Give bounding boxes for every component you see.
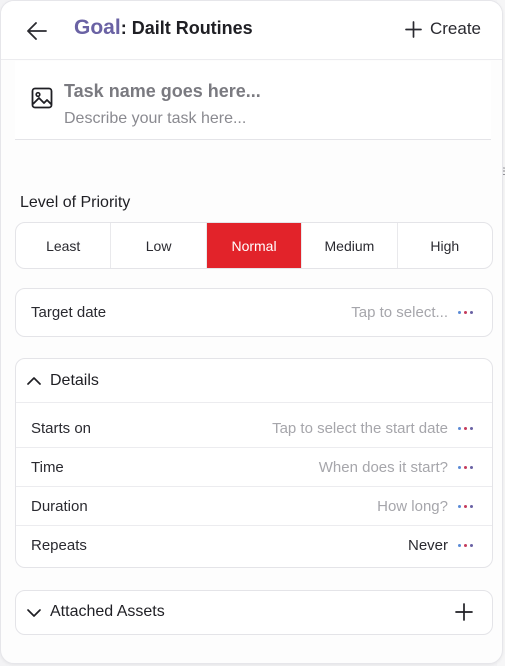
more-dots-icon[interactable] (458, 311, 473, 314)
goal-name: Dailt Routines (126, 18, 253, 38)
target-date-row[interactable]: Target date Tap to select... (15, 288, 493, 337)
priority-option-normal[interactable]: Normal (206, 223, 303, 268)
target-date-label: Target date (31, 304, 107, 321)
chevron-up-icon (27, 377, 41, 385)
row-value: Never (407, 537, 448, 554)
goal-label: Goal (74, 16, 121, 39)
priority-option-medium[interactable]: Medium (302, 223, 398, 268)
priority-selector: Least Low Normal Medium High (15, 222, 493, 269)
row-value: How long? (377, 498, 448, 515)
priority-label: Level of Priority (20, 194, 131, 211)
more-dots-icon[interactable] (458, 466, 473, 469)
header: Goal: Dailt Routines Create (1, 1, 502, 60)
priority-option-low[interactable]: Low (111, 223, 207, 268)
task-name-input[interactable] (64, 81, 464, 102)
starts-on-row[interactable]: Starts on Tap to select the start date (16, 409, 492, 448)
back-button[interactable] (23, 18, 51, 44)
priority-option-least[interactable]: Least (16, 223, 112, 268)
repeats-row[interactable]: Repeats Never (16, 526, 492, 565)
task-description-input[interactable] (64, 110, 464, 128)
details-section: Details Starts on Tap to select the star… (15, 358, 493, 568)
duration-row[interactable]: Duration How long? (16, 487, 492, 526)
page-title: Goal: Dailt Routines (74, 16, 253, 40)
target-date-value: Tap to select... (351, 304, 448, 321)
arrow-left-icon (27, 22, 47, 40)
row-label: Time (31, 459, 64, 476)
row-label: Duration (31, 498, 88, 515)
details-title: Details (50, 372, 99, 389)
details-header[interactable]: Details (16, 359, 492, 403)
create-task-panel: Goal: Dailt Routines Create Level of Pri… (0, 0, 503, 664)
row-value: Tap to select the start date (272, 420, 448, 437)
attached-assets-title: Attached Assets (50, 603, 165, 620)
task-block (15, 61, 491, 140)
time-row[interactable]: Time When does it start? (16, 448, 492, 487)
chevron-down-icon (27, 609, 41, 617)
more-dots-icon[interactable] (458, 544, 473, 547)
row-label: Starts on (31, 420, 92, 437)
more-dots-icon[interactable] (458, 427, 473, 430)
create-label: Create (429, 19, 481, 38)
row-label: Repeats (31, 537, 87, 554)
plus-icon[interactable] (454, 602, 474, 622)
attached-assets-section[interactable]: Attached Assets (15, 590, 493, 635)
create-button[interactable]: Create (405, 19, 481, 39)
row-value: When does it start? (318, 459, 448, 476)
image-icon[interactable] (31, 87, 53, 109)
more-dots-icon[interactable] (458, 505, 473, 508)
plus-icon (405, 20, 422, 38)
priority-option-high[interactable]: High (398, 223, 492, 268)
